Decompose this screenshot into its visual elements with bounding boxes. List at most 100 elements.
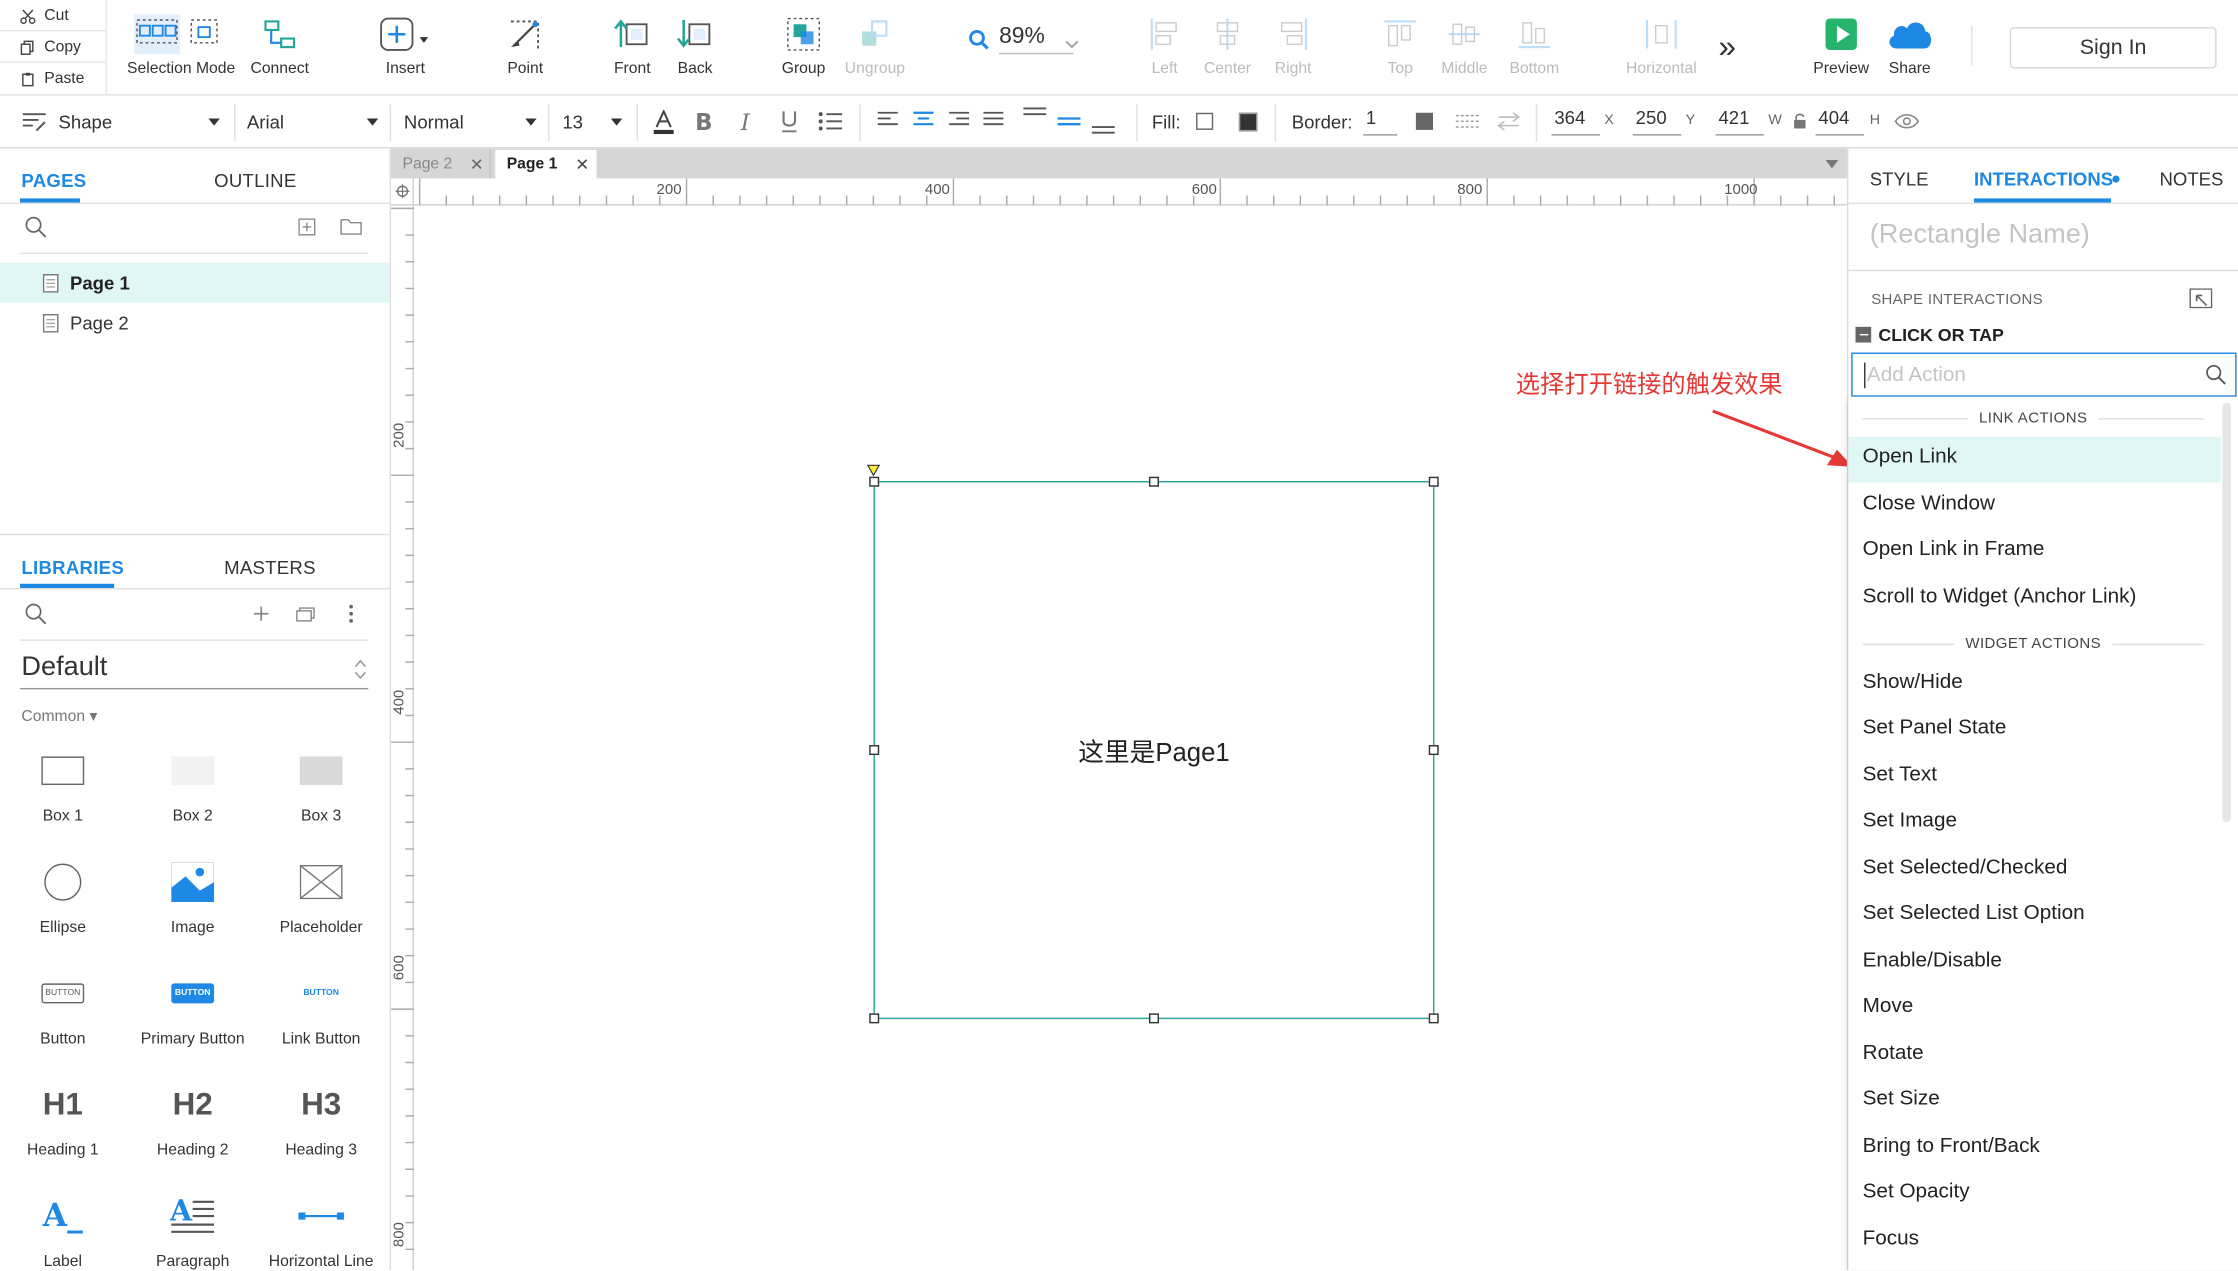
tab-pages[interactable]: PAGES xyxy=(21,170,86,191)
action-set-selected-list-option[interactable]: Set Selected List Option xyxy=(1863,902,2085,925)
action-set-size[interactable]: Set Size xyxy=(1863,1088,1940,1111)
y-position-input[interactable]: 250 xyxy=(1632,107,1682,136)
widget-placeholder[interactable]: Placeholder xyxy=(257,851,385,936)
back-button[interactable]: Back xyxy=(652,11,738,77)
resize-handle[interactable] xyxy=(1148,1013,1159,1024)
align-right-button[interactable]: Right xyxy=(1250,11,1336,77)
x-position-input[interactable]: 364 xyxy=(1551,107,1601,136)
widget-horizontal-line[interactable]: Horizontal Line xyxy=(257,1185,385,1270)
resize-handle[interactable] xyxy=(869,476,880,487)
collapse-event-button[interactable] xyxy=(1855,326,1872,343)
widget-heading-2[interactable]: H2 Heading 2 xyxy=(128,1073,256,1159)
action-focus[interactable]: Focus xyxy=(1863,1227,1919,1250)
resize-handle[interactable] xyxy=(1428,745,1439,756)
widget-box-2[interactable]: Box 2 xyxy=(128,739,256,825)
widget-link-button[interactable]: BUTTON Link Button xyxy=(257,962,385,1048)
add-library-icon[interactable] xyxy=(253,605,270,622)
widget-name-input[interactable]: (Rectangle Name) xyxy=(1870,220,2090,251)
page-item-page-1[interactable]: Page 1 xyxy=(0,262,390,303)
more-options-icon[interactable] xyxy=(348,604,354,624)
close-icon[interactable] xyxy=(471,158,482,169)
action-enable-disable[interactable]: Enable/Disable xyxy=(1863,949,2002,972)
resize-handle[interactable] xyxy=(1428,476,1439,487)
tab-outline[interactable]: OUTLINE xyxy=(214,170,296,191)
tab-notes[interactable]: NOTES xyxy=(2160,168,2224,189)
widget-primary-button[interactable]: BUTTON Primary Button xyxy=(128,962,256,1048)
font-color-icon[interactable] xyxy=(652,109,675,135)
action-set-selected[interactable]: Set Selected/Checked xyxy=(1863,856,2068,879)
connect-button[interactable]: Connect xyxy=(237,11,323,77)
dropdown-scrollbar[interactable] xyxy=(2222,402,2231,823)
point-button[interactable]: Point xyxy=(482,11,568,77)
sign-in-button[interactable]: Sign In xyxy=(2009,27,2217,69)
ungroup-button[interactable]: Ungroup xyxy=(832,11,918,77)
border-color-swatch[interactable] xyxy=(1415,112,1434,130)
visibility-eye-icon[interactable] xyxy=(1894,113,1920,130)
search-icon[interactable] xyxy=(24,216,47,239)
tab-style[interactable]: STYLE xyxy=(1870,168,1929,189)
widget-box-1[interactable]: Box 1 xyxy=(0,739,127,825)
tab-masters[interactable]: MASTERS xyxy=(224,557,316,578)
shape-style-select[interactable]: Shape xyxy=(59,107,113,136)
tabs-menu-icon[interactable] xyxy=(1825,159,1839,169)
rotate-handle-icon[interactable] xyxy=(866,464,881,477)
valign-top-icon[interactable] xyxy=(1022,106,1048,135)
tab-interactions[interactable]: INTERACTIONS xyxy=(1974,168,2113,189)
action-close-window[interactable]: Close Window xyxy=(1863,492,1995,515)
widget-box-3[interactable]: Box 3 xyxy=(257,739,385,825)
copy-button[interactable]: Copy xyxy=(20,33,81,62)
search-icon[interactable] xyxy=(24,602,47,625)
height-input[interactable]: 404 xyxy=(1815,107,1865,136)
action-open-link-in-frame[interactable]: Open Link in Frame xyxy=(1863,538,2045,561)
align-bottom-button[interactable]: Bottom xyxy=(1492,11,1578,77)
widget-image[interactable]: Image xyxy=(128,851,256,936)
bullet-list-icon[interactable] xyxy=(818,110,844,133)
action-rotate[interactable]: Rotate xyxy=(1863,1042,1924,1065)
insert-button[interactable]: Insert xyxy=(363,11,449,77)
selection-mode-button[interactable] xyxy=(134,11,222,57)
action-show-hide[interactable]: Show/Hide xyxy=(1863,671,1963,694)
align-text-justify-icon[interactable] xyxy=(982,110,1005,130)
widget-heading-3[interactable]: H3 Heading 3 xyxy=(257,1073,385,1159)
library-select[interactable]: Default xyxy=(21,652,107,683)
share-button[interactable]: Share xyxy=(1867,11,1953,77)
new-interaction-icon[interactable] xyxy=(2189,288,2213,309)
ruler-corner[interactable] xyxy=(391,178,414,206)
action-set-image[interactable]: Set Image xyxy=(1863,809,1957,832)
font-family-select[interactable]: Arial xyxy=(247,107,284,136)
border-style-icon[interactable] xyxy=(1454,113,1480,130)
widget-label-item[interactable]: A_ Label xyxy=(0,1185,127,1271)
more-tools-button[interactable]: » xyxy=(1718,29,1735,66)
close-icon[interactable] xyxy=(577,158,588,169)
widget-ellipse[interactable]: Ellipse xyxy=(0,851,127,936)
shadow-swatch[interactable] xyxy=(1238,112,1258,132)
action-move[interactable]: Move xyxy=(1863,995,1914,1018)
paste-button[interactable]: Paste xyxy=(20,64,84,93)
widget-heading-1[interactable]: H1 Heading 1 xyxy=(0,1073,127,1159)
lock-icon[interactable] xyxy=(1793,113,1807,130)
font-weight-select[interactable]: Normal xyxy=(404,107,464,136)
add-folder-icon[interactable] xyxy=(340,217,363,236)
action-bring-to-front-back[interactable]: Bring to Front/Back xyxy=(1863,1135,2040,1158)
add-action-input[interactable]: Add Action xyxy=(1851,352,2237,397)
page-item-page-2[interactable]: Page 2 xyxy=(0,303,390,343)
widget-paragraph[interactable]: A Paragraph xyxy=(128,1185,256,1271)
action-set-opacity[interactable]: Set Opacity xyxy=(1863,1180,1970,1203)
valign-middle-icon[interactable] xyxy=(1056,106,1082,135)
underline-icon[interactable] xyxy=(779,110,799,133)
width-input[interactable]: 421 xyxy=(1715,107,1765,136)
action-set-text[interactable]: Set Text xyxy=(1863,764,1937,787)
action-set-panel-state[interactable]: Set Panel State xyxy=(1863,717,2007,740)
cut-button[interactable]: Cut xyxy=(20,1,69,30)
font-size-select[interactable]: 13 xyxy=(562,107,583,136)
action-scroll-to-widget[interactable]: Scroll to Widget (Anchor Link) xyxy=(1863,585,2137,608)
bold-icon[interactable]: B xyxy=(694,110,714,133)
library-stack-icon[interactable] xyxy=(295,605,316,622)
category-select[interactable]: Common ▾ xyxy=(21,707,97,725)
italic-icon[interactable]: I xyxy=(738,110,758,133)
add-page-icon[interactable] xyxy=(298,218,316,236)
align-text-left-icon[interactable] xyxy=(876,110,899,130)
doc-tab-page-2[interactable]: Page 2 xyxy=(391,149,491,179)
distribute-horizontal-button[interactable]: Horizontal xyxy=(1619,11,1705,77)
resize-handle[interactable] xyxy=(1428,1013,1439,1024)
